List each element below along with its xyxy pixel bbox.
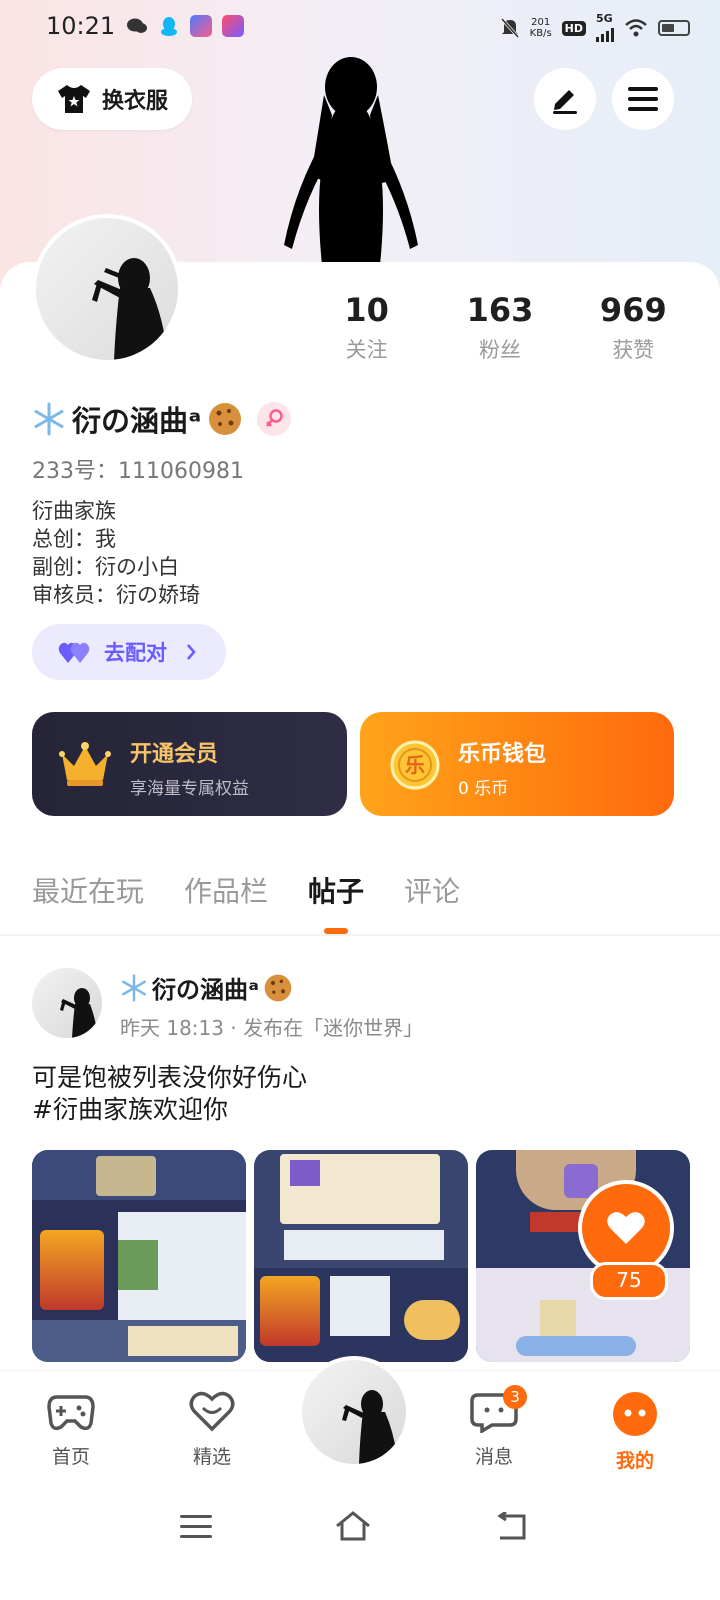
tab-recently-played[interactable]: 最近在玩 (32, 870, 144, 910)
post-author[interactable]: 衍の涵曲ᵃ (120, 970, 293, 1005)
wallet-balance: 0 乐币 (458, 779, 509, 799)
tab-works[interactable]: 作品栏 (184, 870, 268, 910)
post-content[interactable]: 可是饱被列表没你好伤心 #衍曲家族欢迎你 (32, 1062, 307, 1126)
post-meta: 昨天 18:13 · 发布在「迷你世界」 (120, 1016, 424, 1040)
mute-icon (500, 18, 519, 38)
wifi-icon (625, 19, 647, 37)
heart-icon (607, 1212, 645, 1244)
app-icon-1 (190, 15, 212, 37)
gamepad-icon (47, 1395, 95, 1431)
post-author-avatar[interactable] (32, 968, 102, 1038)
qq-icon (161, 17, 177, 36)
nav-me-label: 我的 (615, 1450, 654, 1472)
nav-home-label: 首页 (51, 1446, 90, 1468)
stat-following-value: 10 (344, 291, 389, 329)
post-image[interactable] (32, 1150, 246, 1362)
snowflake-icon (34, 402, 64, 436)
edit-profile-button[interactable] (534, 68, 596, 130)
nav-center-avatar[interactable] (298, 1356, 410, 1468)
nav-home[interactable]: 首页 (26, 1391, 116, 1469)
profile-username: 衍の涵曲ᵃ (32, 398, 292, 440)
menu-button[interactable] (612, 68, 674, 130)
like-count: 75 (590, 1262, 668, 1300)
vip-title: 开通会员 (130, 742, 219, 767)
tab-comments[interactable]: 评论 (404, 870, 460, 910)
recent-apps-icon[interactable] (180, 1514, 212, 1540)
notification-icons (126, 15, 244, 37)
back-icon[interactable] (494, 1512, 528, 1542)
bio-line: 副创：衍の小白 (32, 555, 179, 579)
chevron-right-icon (187, 644, 196, 660)
wechat-icon (127, 18, 147, 33)
stat-likes[interactable]: 969 获赞 (567, 290, 700, 364)
signal-icon (596, 24, 614, 42)
nav-featured-label: 精选 (192, 1446, 231, 1468)
stat-likes-value: 969 (599, 291, 667, 329)
shirt-icon (57, 85, 90, 113)
nav-me[interactable]: 我的 (590, 1391, 680, 1473)
tabs-divider (0, 934, 720, 936)
gender-badge (257, 402, 292, 436)
status-bar: 10:21 201 KB/s HD 5G (0, 0, 720, 56)
system-navigation-bar (0, 1480, 720, 1600)
post-hashtag[interactable]: #衍曲家族欢迎你 (32, 1094, 307, 1126)
hd-badge: HD (561, 20, 586, 36)
pen-icon (553, 90, 577, 114)
bio-line: 衍曲家族 (32, 499, 116, 523)
avatar-silhouette (60, 988, 98, 1038)
coin-wallet-card[interactable]: 乐 乐币钱包 0 乐币 (360, 712, 674, 816)
post-author-name: 衍の涵曲ᵃ (152, 976, 259, 1004)
match-button[interactable]: 去配对 (32, 624, 226, 680)
profile-tabs: 最近在玩 作品栏 帖子 评论 (32, 870, 460, 934)
stat-following[interactable]: 10 关注 (300, 290, 433, 364)
change-outfit-label: 换衣服 (101, 89, 168, 114)
bio-line: 总创：我 (32, 527, 116, 551)
heart-pair-icon (58, 642, 90, 663)
battery-icon (658, 20, 690, 36)
tab-posts[interactable]: 帖子 (308, 870, 364, 934)
female-icon (266, 409, 284, 427)
bio-line: 审核员：衍の娇琦 (32, 583, 200, 607)
app-icon-2 (222, 15, 244, 37)
avatar[interactable] (32, 214, 182, 364)
vip-membership-card[interactable]: 开通会员 享海量专属权益 (32, 712, 347, 816)
wallet-title: 乐币钱包 (458, 742, 547, 767)
heart-outline-icon (189, 1391, 235, 1432)
post-text-line: 可是饱被列表没你好伤心 (32, 1063, 308, 1092)
stat-likes-label: 获赞 (612, 338, 655, 362)
stat-followers-value: 163 (466, 291, 534, 329)
status-right-icons: 201 KB/s HD 5G (500, 12, 690, 42)
status-time: 10:21 (46, 12, 116, 40)
vip-subtitle: 享海量专属权益 (130, 779, 249, 799)
net-speed: 201 KB/s (529, 17, 552, 39)
coin-icon: 乐 (390, 740, 440, 790)
cookie-icon (264, 974, 292, 1001)
user-id: 233号：111060981 (32, 459, 244, 484)
svg-text:乐: 乐 (405, 753, 425, 777)
crown-icon (59, 742, 111, 786)
network-type: 5G (596, 12, 613, 25)
snowflake-icon (122, 973, 146, 1002)
stat-following-label: 关注 (345, 338, 388, 362)
messages-badge: 3 (503, 1385, 527, 1409)
home-icon[interactable] (334, 1510, 372, 1542)
post-image[interactable] (254, 1150, 468, 1362)
cookie-icon (209, 403, 242, 435)
character-avatar-3d[interactable] (276, 55, 426, 265)
smile-face-icon (613, 1392, 657, 1436)
profile-stats: 10 关注 163 粉丝 969 获赞 (300, 290, 700, 364)
match-label: 去配对 (104, 641, 167, 665)
menu-icon (628, 87, 658, 111)
change-outfit-button[interactable]: 换衣服 (32, 68, 192, 130)
nav-messages[interactable]: 3 消息 (449, 1385, 539, 1469)
nav-featured[interactable]: 精选 (167, 1391, 257, 1469)
stat-followers-label: 粉丝 (478, 338, 521, 362)
profile-bio: 衍曲家族 总创：我 副创：衍の小白 审核员：衍の娇琦 (32, 497, 200, 609)
stat-followers[interactable]: 163 粉丝 (433, 290, 566, 364)
username-text: 衍の涵曲ᵃ (72, 404, 202, 438)
nav-messages-label: 消息 (474, 1446, 513, 1468)
avatar-silhouette (92, 258, 168, 360)
avatar-silhouette (342, 1390, 398, 1464)
